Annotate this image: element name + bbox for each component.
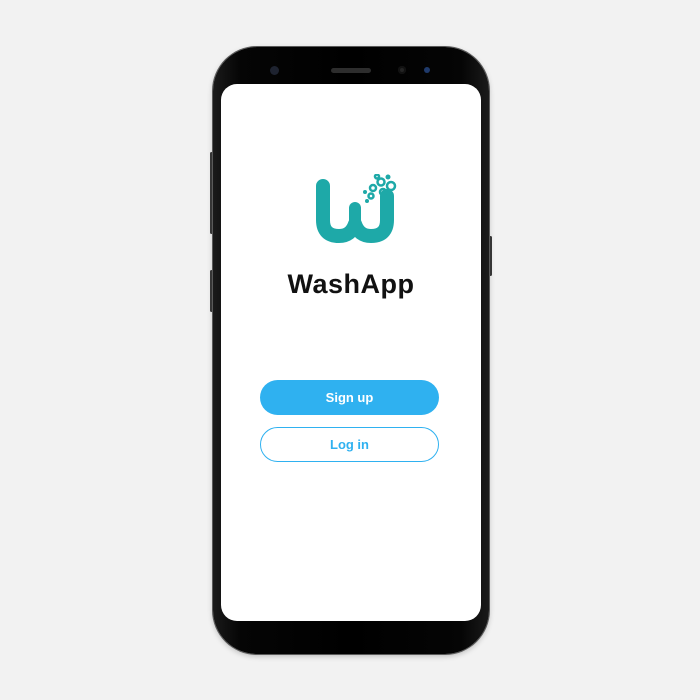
sign-up-label: Sign up bbox=[325, 390, 374, 405]
front-camera bbox=[398, 66, 406, 74]
power-button bbox=[489, 236, 492, 276]
earpiece-speaker bbox=[331, 68, 371, 73]
sign-up-button[interactable]: Sign up bbox=[260, 380, 439, 415]
proximity-sensor bbox=[270, 66, 279, 75]
log-in-button[interactable]: Log in bbox=[260, 427, 439, 462]
iris-sensor bbox=[424, 67, 430, 73]
washapp-logo-icon bbox=[309, 173, 401, 244]
app-title: WashApp bbox=[287, 269, 415, 299]
log-in-label: Log in bbox=[330, 437, 369, 452]
app-screen: WashApp Sign up Log in bbox=[221, 84, 481, 621]
